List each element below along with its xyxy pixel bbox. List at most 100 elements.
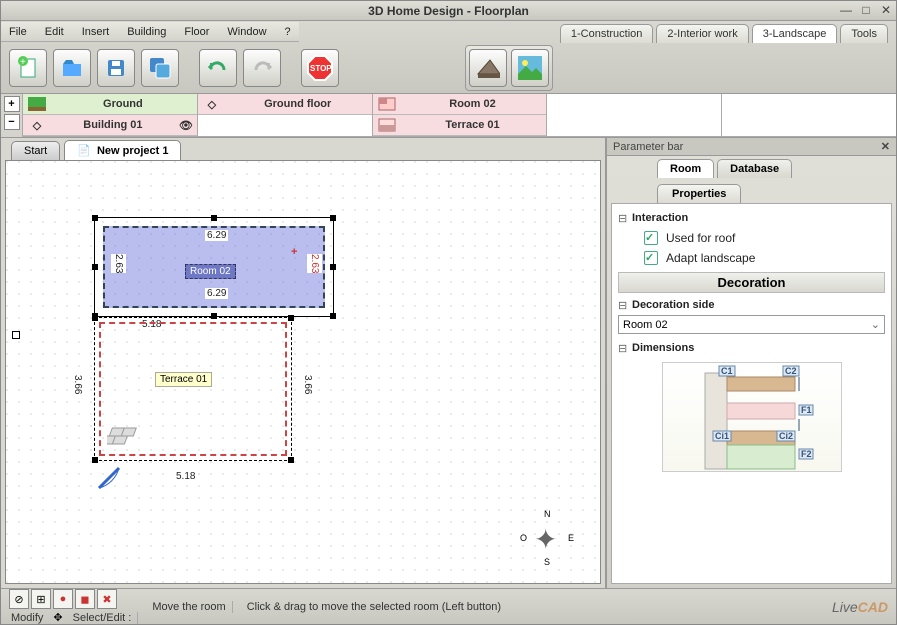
save-button[interactable] [97, 49, 135, 87]
tool-x-button[interactable]: ✖ [97, 589, 117, 609]
dim-top: 6.29 [205, 230, 228, 241]
svg-text:Ci2: Ci2 [779, 431, 793, 441]
tool-point-button[interactable]: ● [53, 589, 73, 609]
terrace-icon [377, 117, 397, 133]
compass-o: O [520, 533, 527, 543]
save-all-button[interactable] [141, 49, 179, 87]
floor-col-ground: Ground ◇ Building 01 👁 [23, 94, 198, 137]
dim-terrace-right: 3.66 [300, 375, 315, 394]
main-toolbar: + STOP [1, 43, 896, 93]
svg-text:F2: F2 [801, 449, 812, 459]
maximize-icon[interactable]: □ [858, 3, 874, 17]
move-cursor-icon: ✥ [53, 611, 62, 624]
document-icon: 📄 [77, 144, 91, 157]
tab-interior[interactable]: 2-Interior work [656, 24, 748, 43]
tab-construction[interactable]: 1-Construction [560, 24, 654, 43]
menu-edit[interactable]: Edit [45, 26, 64, 38]
decoration-side-select[interactable]: Room 02 ⌄ [618, 315, 885, 334]
menu-insert[interactable]: Insert [82, 26, 110, 38]
section-decoration-side[interactable]: Decoration side [618, 297, 885, 315]
tool-cross-button[interactable]: ⊘ [9, 589, 29, 609]
minimize-icon[interactable]: — [838, 3, 854, 17]
landscape-view-button[interactable] [511, 49, 549, 87]
menu-floor[interactable]: Floor [184, 26, 209, 38]
tab-label: New project 1 [97, 145, 169, 157]
tool-grid-button[interactable]: ⊞ [31, 589, 51, 609]
floor-row-terrace01[interactable]: Terrace 01 [373, 115, 547, 136]
tab-room[interactable]: Room [657, 159, 714, 178]
dim-bottom: 6.29 [205, 288, 228, 299]
menubar: File Edit Insert Building Floor Window ? [1, 22, 299, 42]
dim-left: 2.63 [111, 254, 126, 273]
floor-col-empty2 [722, 94, 896, 137]
menu-file[interactable]: File [9, 26, 27, 38]
floor-row-building01[interactable]: ◇ Building 01 👁 [23, 115, 197, 136]
section-dimensions[interactable]: Dimensions [618, 340, 885, 358]
menu-window[interactable]: Window [227, 26, 266, 38]
svg-text:C2: C2 [785, 366, 797, 376]
dim-right: 2.63 [307, 254, 322, 273]
undo-button[interactable] [199, 49, 237, 87]
dim-terrace-bottom: 5.18 [174, 471, 197, 482]
room-terrace01[interactable]: Terrace 01 [94, 317, 292, 461]
room-label: Room 02 [185, 264, 236, 279]
tab-database[interactable]: Database [717, 159, 792, 178]
checkbox-used-for-roof[interactable]: ✓ [644, 231, 658, 245]
floorplan-canvas[interactable]: Room 02 6.29 6.29 2.63 2.63 + 5.18 Terra… [5, 160, 601, 584]
close-icon[interactable]: ✕ [878, 3, 894, 17]
parameter-bar: Parameter bar ✕ Room Database Properties… [606, 138, 896, 588]
svg-text:+: + [20, 57, 26, 68]
tab-new-project[interactable]: 📄 New project 1 [64, 140, 181, 160]
app-logo: LiveCAD [832, 599, 888, 615]
close-panel-button[interactable]: ✕ [881, 140, 890, 153]
floor-col-header: Room 02 [403, 98, 543, 110]
new-project-button[interactable]: + [9, 49, 47, 87]
tab-tools[interactable]: Tools [840, 24, 888, 43]
remove-floor-button[interactable]: − [4, 114, 20, 130]
ground-icon [27, 96, 47, 112]
tool-square-button[interactable]: ◼ [75, 589, 95, 609]
add-floor-button[interactable]: + [4, 96, 20, 112]
compass-s: S [544, 557, 550, 567]
parameter-bar-title: Parameter bar [613, 141, 683, 153]
floor-panel: + − Ground ◇ Building 01 👁 [1, 94, 896, 138]
tab-start[interactable]: Start [11, 141, 60, 160]
checkbox-adapt-landscape[interactable]: ✓ [644, 251, 658, 265]
compass-star-icon: ✦ [534, 523, 557, 556]
roof-view-button[interactable] [469, 49, 507, 87]
svg-text:Ci1: Ci1 [715, 431, 729, 441]
label-adapt-landscape: Adapt landscape [666, 251, 755, 265]
param-tabs: Room Database [607, 156, 896, 178]
titlebar: 3D Home Design - Floorplan — □ ✕ [1, 1, 896, 21]
dimensions-diagram: C1 C2 F1 Ci1 Ci2 F2 [662, 362, 842, 472]
origin-marker [12, 331, 20, 339]
floor-col-header: Ground floor [228, 98, 368, 110]
section-interaction[interactable]: Interaction [618, 210, 885, 228]
stop-button[interactable]: STOP [301, 49, 339, 87]
menu-help[interactable]: ? [285, 26, 291, 38]
floor-col-empty1 [547, 94, 722, 137]
diamond-icon: ◇ [202, 96, 222, 112]
visibility-icon[interactable]: 👁 [179, 119, 193, 132]
floor-col-groundfloor: ◇ Ground floor [198, 94, 373, 137]
room-room02[interactable]: Room 02 6.29 6.29 2.63 2.63 + [94, 217, 334, 317]
chevron-down-icon: ⌄ [871, 318, 880, 331]
status-bar: ⊘ ⊞ ● ◼ ✖ Modify ✥ Select/Edit : Move th… [1, 588, 896, 624]
status-move: Move the room [146, 601, 232, 613]
open-button[interactable] [53, 49, 91, 87]
svg-text:C1: C1 [721, 366, 733, 376]
door-arc-icon [94, 463, 134, 493]
menu-building[interactable]: Building [127, 26, 166, 38]
status-select: Select/Edit : [67, 612, 139, 624]
subtab-properties[interactable]: Properties [657, 184, 741, 203]
redo-button[interactable] [243, 49, 281, 87]
terrace-label: Terrace 01 [155, 372, 212, 387]
section-decoration: Decoration [618, 272, 885, 293]
floor-col-header: Ground [53, 98, 193, 110]
app-window: 3D Home Design - Floorplan — □ ✕ File Ed… [0, 0, 897, 625]
compass: N S E O ✦ [522, 513, 572, 563]
status-modify: Modify [9, 612, 49, 624]
tab-landscape[interactable]: 3-Landscape [752, 24, 838, 43]
phase-tabs: 1-Construction 2-Interior work 3-Landsca… [560, 21, 896, 43]
view-tools [465, 45, 553, 91]
